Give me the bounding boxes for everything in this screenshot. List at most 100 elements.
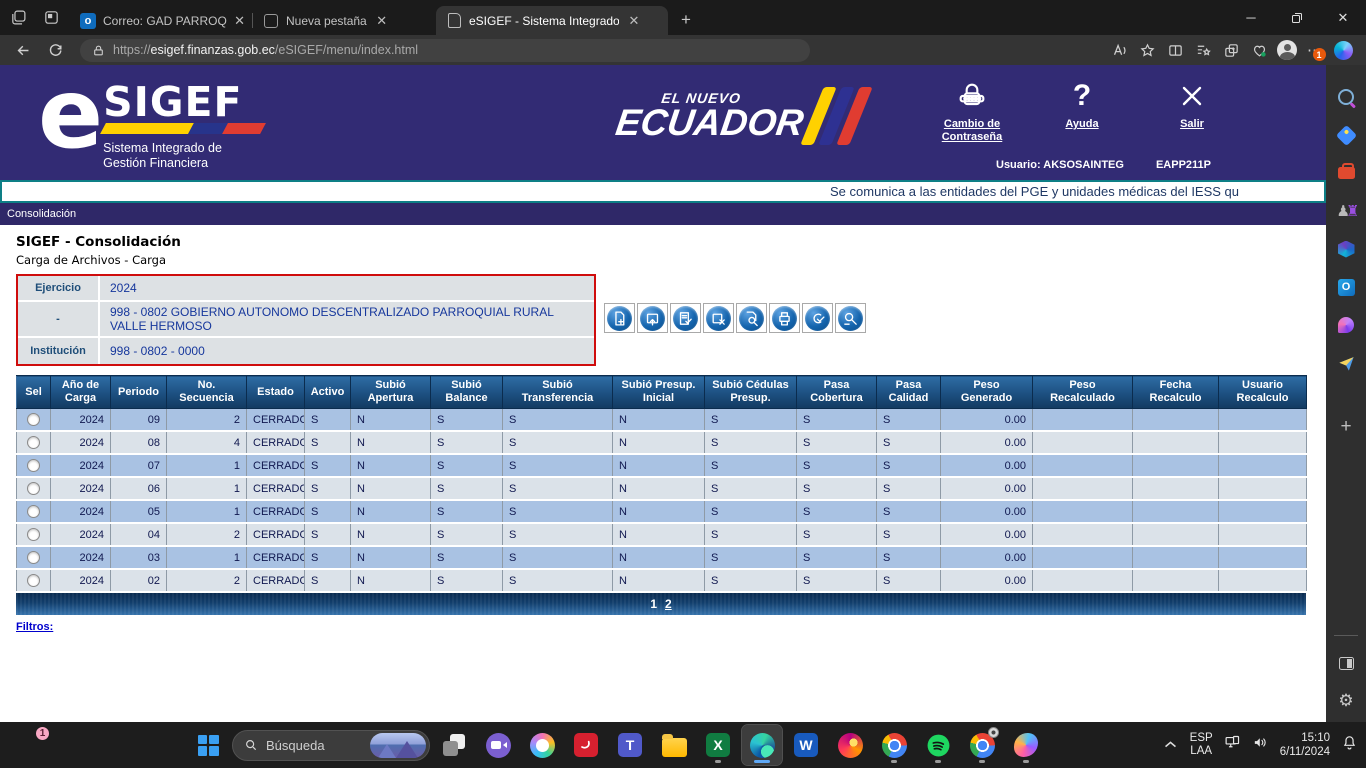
taskbar-search[interactable]: Búsqueda xyxy=(232,730,430,761)
filters-link[interactable]: Filtros: xyxy=(16,621,53,633)
browser-essentials-icon[interactable] xyxy=(1246,38,1272,62)
page-content: SIGEF - Consolidación Carga de Archivos … xyxy=(0,225,1326,722)
sidebar-search-icon[interactable] xyxy=(1335,86,1357,108)
consult-button[interactable] xyxy=(835,303,866,333)
row-select-radio[interactable] xyxy=(27,574,40,587)
taskbar-chrome-button[interactable] xyxy=(874,725,914,765)
favorites-hub-icon[interactable] xyxy=(1190,38,1216,62)
collections-icon[interactable] xyxy=(1218,38,1244,62)
network-icon[interactable] xyxy=(1224,734,1241,756)
browser-tab[interactable]: o Correo: GAD PARROQUIAL VALLE ✕ xyxy=(70,6,253,35)
browser-toolbar: https://esigef.finanzas.gob.ec/eSIGEF/me… xyxy=(0,35,1366,65)
validate-button[interactable] xyxy=(670,303,701,333)
browser-tab[interactable]: eSIGEF - Sistema Integrado de G ✕ xyxy=(436,6,668,35)
settings-icon[interactable]: ⚙ xyxy=(1335,690,1357,712)
taskbar-task-view-button[interactable] xyxy=(434,725,474,765)
games-icon[interactable]: ♟♜ xyxy=(1335,200,1357,222)
row-select-radio[interactable] xyxy=(27,436,40,449)
upload-save-button[interactable] xyxy=(637,303,668,333)
table-cell xyxy=(1219,431,1307,454)
new-tab-button[interactable]: + xyxy=(672,6,700,34)
restore-button[interactable] xyxy=(1274,0,1320,35)
table-row: 2024092CERRADOSNSSNSSS0.00 xyxy=(17,409,1307,432)
designer-icon[interactable] xyxy=(1335,314,1357,336)
taskbar-teams-button[interactable]: T xyxy=(610,725,650,765)
start-button[interactable] xyxy=(188,725,228,765)
row-select-radio[interactable] xyxy=(27,459,40,472)
minimize-button[interactable]: ─ xyxy=(1228,0,1274,35)
tab-close-icon[interactable]: ✕ xyxy=(374,13,390,29)
volume-icon[interactable] xyxy=(1252,734,1269,756)
workspaces-icon[interactable] xyxy=(10,9,27,26)
help-link[interactable]: ? Ayuda xyxy=(1044,78,1120,144)
taskbar-color-app-button[interactable] xyxy=(1006,725,1046,765)
table-cell xyxy=(1033,500,1133,523)
tab-actions-icon[interactable] xyxy=(43,9,60,26)
tab-close-icon[interactable]: ✕ xyxy=(626,13,642,29)
taskbar-excel-button[interactable]: X xyxy=(698,725,738,765)
language-indicator[interactable]: ESPLAA xyxy=(1190,732,1213,758)
row-select-radio[interactable] xyxy=(27,551,40,564)
copilot-icon[interactable] xyxy=(1330,38,1356,62)
notification-bell-icon[interactable] xyxy=(1341,734,1358,756)
read-aloud-icon[interactable] xyxy=(1106,38,1132,62)
table-cell: 2024 xyxy=(51,477,111,500)
teams-icon: T xyxy=(617,732,643,758)
address-bar[interactable]: https://esigef.finanzas.gob.ec/eSIGEF/me… xyxy=(80,39,810,62)
taskbar-edge-button[interactable] xyxy=(742,725,782,765)
row-select-radio[interactable] xyxy=(27,482,40,495)
row-select-radio[interactable] xyxy=(27,413,40,426)
exit-link[interactable]: Salir xyxy=(1154,78,1230,144)
pdf-viewer-icon xyxy=(573,732,599,758)
back-button[interactable] xyxy=(10,38,36,62)
outlook-icon[interactable]: O xyxy=(1335,276,1357,298)
taskbar-pdf-viewer-button[interactable] xyxy=(566,725,606,765)
shopping-icon[interactable] xyxy=(1335,124,1357,146)
search-icon xyxy=(244,738,258,752)
page-2-link[interactable]: 2 xyxy=(665,597,672,611)
new-record-button[interactable] xyxy=(604,303,635,333)
row-select-radio[interactable] xyxy=(27,505,40,518)
table-cell: S xyxy=(431,569,503,592)
profile-icon[interactable] xyxy=(1274,38,1300,62)
tab-close-icon[interactable]: ✕ xyxy=(234,13,245,29)
add-favorite-icon[interactable] xyxy=(1134,38,1160,62)
table-cell: CERRADO xyxy=(247,569,305,592)
table-cell: CERRADO xyxy=(247,431,305,454)
taskbar-firefox-button[interactable] xyxy=(830,725,870,765)
taskbar-word-button[interactable]: W xyxy=(786,725,826,765)
split-screen-icon[interactable] xyxy=(1162,38,1188,62)
terminal-code: EAPP211P xyxy=(1156,159,1211,171)
taskbar-spotify-button[interactable] xyxy=(918,725,958,765)
table-cell: S xyxy=(503,500,613,523)
approve-button[interactable] xyxy=(802,303,833,333)
delete-button[interactable] xyxy=(703,303,734,333)
more-menu-icon[interactable]: ⋯1 xyxy=(1302,38,1328,62)
table-cell xyxy=(1219,477,1307,500)
close-window-button[interactable]: ✕ xyxy=(1320,0,1366,35)
table-cell: S xyxy=(305,569,351,592)
change-password-link[interactable]: Cambio de Contraseña xyxy=(934,78,1010,144)
tools-icon[interactable] xyxy=(1335,162,1357,184)
taskbar-chat-button[interactable] xyxy=(478,725,518,765)
browser-titlebar: o Correo: GAD PARROQUIAL VALLE ✕ Nueva p… xyxy=(0,0,1366,35)
clock[interactable]: 15:106/11/2024 xyxy=(1280,731,1330,759)
menu-consolidacion[interactable]: Consolidación xyxy=(7,208,76,220)
row-select-radio[interactable] xyxy=(27,528,40,541)
browser-tab[interactable]: Nueva pestaña ✕ xyxy=(253,6,436,35)
add-to-sidebar-icon[interactable]: + xyxy=(1335,416,1357,438)
table-cell xyxy=(1133,500,1219,523)
taskbar-file-explorer-button[interactable] xyxy=(654,725,694,765)
weather-widget-button[interactable]: 1 xyxy=(16,730,46,760)
microsoft-365-icon[interactable] xyxy=(1335,238,1357,260)
preview-button[interactable] xyxy=(736,303,767,333)
print-button[interactable] xyxy=(769,303,800,333)
taskbar-chrome-profile-button[interactable] xyxy=(962,725,1002,765)
tray-overflow-chevron-icon[interactable] xyxy=(1162,736,1179,756)
customize-sidebar-icon[interactable] xyxy=(1335,652,1357,674)
table-cell: S xyxy=(797,569,877,592)
taskbar-copilot-button[interactable] xyxy=(522,725,562,765)
table-cell: CERRADO xyxy=(247,500,305,523)
table-cell: 1 xyxy=(167,546,247,569)
send-mail-icon[interactable] xyxy=(1335,352,1357,374)
